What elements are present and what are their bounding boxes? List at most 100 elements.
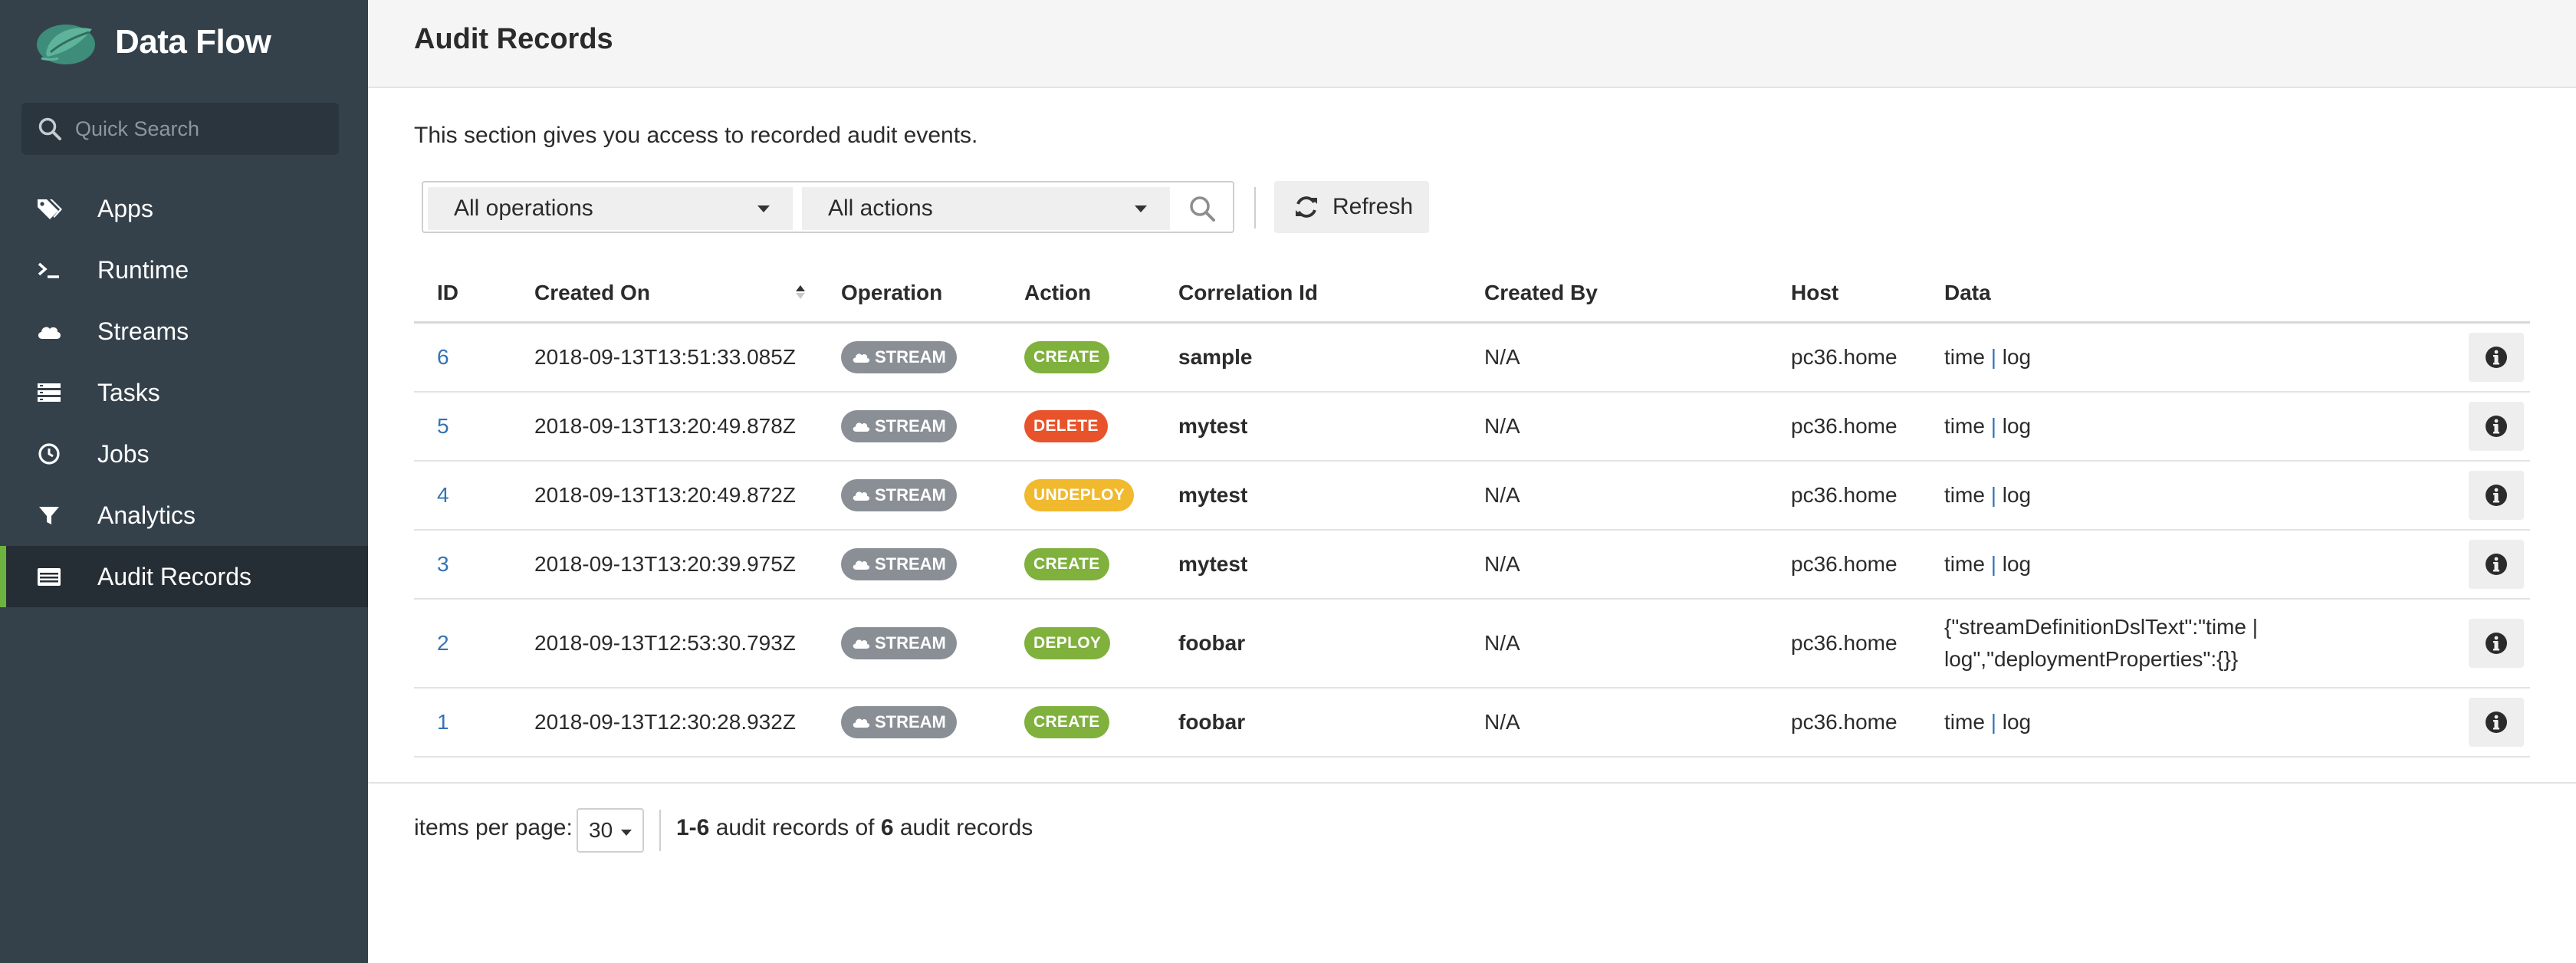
actions-select[interactable]: All actions bbox=[802, 187, 1170, 230]
sidebar-item-audit-records[interactable]: Audit Records bbox=[0, 546, 368, 607]
record-id-link[interactable]: 1 bbox=[437, 710, 449, 735]
sidebar-item-apps[interactable]: Apps bbox=[0, 178, 368, 239]
table-row: 5 2018-09-13T13:20:49.878Z STREAM DELETE myt… bbox=[414, 393, 2530, 462]
data-pipe: | bbox=[1990, 483, 1996, 507]
correlation-id-cell: foobar bbox=[1178, 631, 1246, 655]
details-button[interactable] bbox=[2469, 698, 2524, 747]
record-id-link[interactable]: 5 bbox=[437, 414, 449, 439]
action-cell: DEPLOY bbox=[1024, 627, 1111, 659]
sidebar-item-runtime[interactable]: Runtime bbox=[0, 239, 368, 301]
sort-icon[interactable] bbox=[795, 282, 806, 302]
action-badge: CREATE bbox=[1024, 341, 1109, 373]
action-badge-label: UNDEPLOY bbox=[1033, 486, 1125, 504]
caret-down-icon bbox=[621, 830, 632, 836]
info-icon bbox=[2486, 554, 2507, 575]
info-icon bbox=[2486, 485, 2507, 506]
operation-badge-label: STREAM bbox=[875, 416, 946, 435]
sidebar-item-label: Tasks bbox=[97, 378, 160, 406]
cloud-icon bbox=[853, 639, 870, 649]
details-button[interactable] bbox=[2469, 540, 2524, 589]
sidebar-item-jobs[interactable]: Jobs bbox=[0, 423, 368, 485]
host-cell: pc36.home bbox=[1791, 345, 1898, 369]
data-cell: time | log bbox=[1944, 410, 2266, 442]
data-sink: log bbox=[2002, 414, 2032, 438]
operation-badge: STREAM bbox=[841, 548, 957, 580]
cloud-icon bbox=[35, 317, 63, 345]
column-header-created-by[interactable]: Created By bbox=[1484, 281, 1598, 305]
data-source: time bbox=[1944, 414, 1985, 438]
record-id-link[interactable]: 3 bbox=[437, 552, 449, 577]
toolbar-divider bbox=[1254, 187, 1256, 228]
column-header-id[interactable]: ID bbox=[437, 281, 458, 305]
operations-select[interactable]: All operations bbox=[428, 187, 793, 230]
operation-badge-label: STREAM bbox=[875, 485, 946, 505]
data-cell: {"streamDefinitionDslText":"time | log",… bbox=[1944, 615, 2258, 671]
sidebar-item-label: Audit Records bbox=[97, 562, 251, 590]
record-id-link[interactable]: 4 bbox=[437, 483, 449, 508]
operation-badge: STREAM bbox=[841, 479, 957, 511]
search-icon bbox=[1190, 196, 1215, 222]
cloud-icon bbox=[853, 422, 870, 432]
cloud-icon bbox=[853, 560, 870, 570]
action-badge: UNDEPLOY bbox=[1024, 479, 1135, 511]
column-header-correlation-id[interactable]: Correlation Id bbox=[1178, 281, 1318, 305]
refresh-button[interactable]: Refresh bbox=[1274, 181, 1429, 233]
host-cell: pc36.home bbox=[1791, 631, 1898, 655]
summary-total: 6 bbox=[880, 815, 894, 840]
info-icon bbox=[2486, 633, 2507, 654]
details-button[interactable] bbox=[2469, 333, 2524, 382]
column-header-operation[interactable]: Operation bbox=[841, 281, 942, 305]
operation-badge-label: STREAM bbox=[875, 712, 946, 731]
caret-down-icon bbox=[757, 205, 770, 212]
pagination-summary: 1-6 audit records of 6 audit records bbox=[676, 815, 1033, 841]
created-on-cell: 2018-09-13T13:51:33.085Z bbox=[534, 345, 796, 369]
created-on-cell: 2018-09-13T13:20:39.975Z bbox=[534, 552, 796, 576]
action-cell: UNDEPLOY bbox=[1024, 479, 1135, 511]
action-badge-label: DELETE bbox=[1033, 417, 1099, 435]
items-per-page-value: 30 bbox=[589, 818, 613, 842]
filter-search-button[interactable] bbox=[1175, 187, 1230, 230]
column-header-created-on[interactable]: Created On bbox=[534, 281, 650, 305]
details-button[interactable] bbox=[2469, 471, 2524, 520]
brand[interactable]: Data Flow bbox=[31, 15, 271, 69]
record-id-link[interactable]: 2 bbox=[437, 631, 449, 656]
column-header-host[interactable]: Host bbox=[1791, 281, 1838, 305]
items-per-page-select[interactable]: 30 bbox=[577, 808, 644, 853]
created-on-cell: 2018-09-13T12:30:28.932Z bbox=[534, 710, 796, 734]
sidebar-nav: Apps Runtime Streams Tasks Jobs Analytic… bbox=[0, 178, 368, 607]
data-source: time bbox=[1944, 483, 1985, 507]
operation-badge-label: STREAM bbox=[875, 347, 946, 366]
created-by-cell: N/A bbox=[1484, 552, 1520, 576]
data-sink: log bbox=[2002, 552, 2032, 576]
info-icon bbox=[2486, 712, 2507, 733]
record-id-link[interactable]: 6 bbox=[437, 345, 449, 370]
search-icon bbox=[38, 117, 61, 140]
page-title: Audit Records bbox=[414, 23, 613, 55]
data-pipe: | bbox=[1990, 345, 1996, 369]
sidebar-item-streams[interactable]: Streams bbox=[0, 301, 368, 362]
quick-search-input[interactable] bbox=[75, 117, 328, 141]
created-by-cell: N/A bbox=[1484, 483, 1520, 507]
column-header-action[interactable]: Action bbox=[1024, 281, 1091, 305]
cloud-icon bbox=[853, 353, 870, 363]
sidebar-item-analytics[interactable]: Analytics bbox=[0, 485, 368, 546]
sidebar-item-label: Runtime bbox=[97, 255, 189, 284]
refresh-label: Refresh bbox=[1332, 194, 1414, 219]
tags-icon bbox=[35, 195, 63, 222]
operation-badge: STREAM bbox=[841, 410, 957, 442]
sidebar-item-tasks[interactable]: Tasks bbox=[0, 362, 368, 423]
data-source: time bbox=[1944, 345, 1985, 369]
table-row: 4 2018-09-13T13:20:49.872Z STREAM UNDEPLOY m… bbox=[414, 462, 2530, 531]
info-icon bbox=[2486, 416, 2507, 437]
table-row: 6 2018-09-13T13:51:33.085Z STREAM CREATE sam… bbox=[414, 324, 2530, 393]
refresh-icon bbox=[1296, 196, 1317, 218]
action-badge: DEPLOY bbox=[1024, 627, 1111, 659]
details-button[interactable] bbox=[2469, 402, 2524, 451]
quick-search[interactable] bbox=[21, 103, 339, 155]
sidebar-item-label: Apps bbox=[97, 194, 153, 222]
operation-cell: STREAM bbox=[841, 479, 957, 511]
column-header-data: Data bbox=[1944, 281, 1991, 304]
details-button[interactable] bbox=[2469, 619, 2524, 668]
sidebar-item-label: Streams bbox=[97, 317, 189, 345]
correlation-id-cell: mytest bbox=[1178, 483, 1248, 507]
